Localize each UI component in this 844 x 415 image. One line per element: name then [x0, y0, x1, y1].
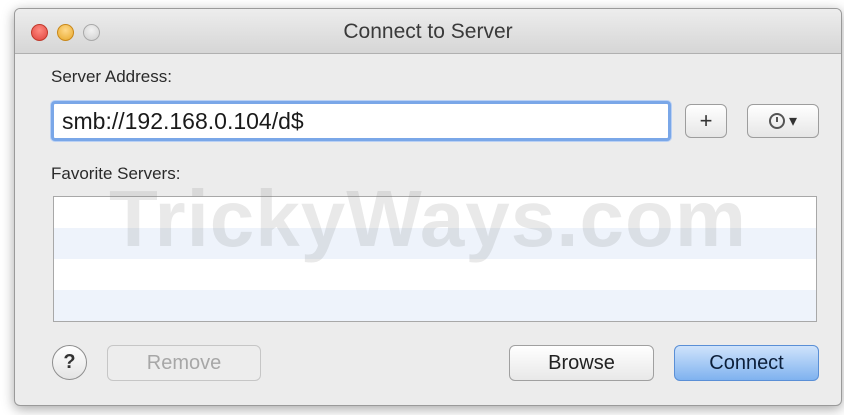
list-row[interactable] — [54, 290, 816, 321]
remove-button[interactable]: Remove — [107, 345, 261, 381]
window-title: Connect to Server — [343, 20, 513, 43]
connect-to-server-window: Connect to Server Server Address: + ▾ Fa… — [14, 8, 842, 406]
help-button[interactable]: ? — [52, 345, 87, 380]
list-row[interactable] — [54, 259, 816, 290]
server-address-input[interactable] — [51, 101, 671, 141]
list-row[interactable] — [54, 228, 816, 259]
add-favorite-button[interactable]: + — [685, 104, 727, 138]
favorite-servers-label: Favorite Servers: — [51, 164, 181, 183]
server-address-label: Server Address: — [51, 67, 172, 86]
browse-button[interactable]: Browse — [509, 345, 654, 381]
favorite-servers-list[interactable] — [53, 196, 817, 322]
clock-icon — [768, 113, 785, 129]
list-row[interactable] — [54, 197, 816, 228]
title-bar: Connect to Server — [15, 9, 841, 54]
recent-servers-button[interactable]: ▾ — [747, 104, 819, 138]
connect-button[interactable]: Connect — [674, 345, 819, 381]
chevron-down-icon: ▾ — [788, 113, 798, 130]
question-icon: ? — [63, 351, 76, 373]
plus-icon: + — [699, 108, 713, 133]
